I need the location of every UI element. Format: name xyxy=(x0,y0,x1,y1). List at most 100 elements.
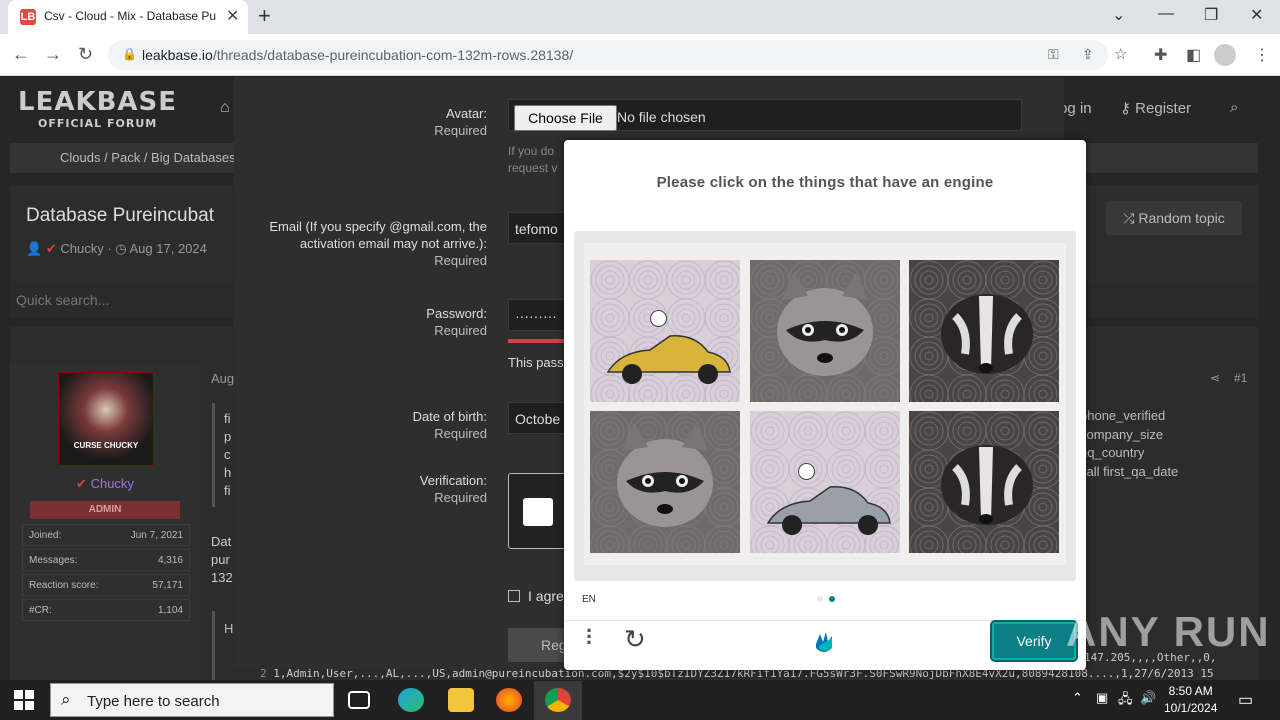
register-link[interactable]: ⚷ Register xyxy=(1120,99,1191,117)
badger-image xyxy=(909,260,1059,402)
code-header: H xyxy=(224,621,234,636)
close-tab-icon[interactable]: ✕ xyxy=(226,6,239,26)
required-text: Required xyxy=(434,490,487,505)
verified-check-icon: ✔ xyxy=(76,476,87,491)
label-text: Avatar: xyxy=(446,106,487,121)
share-icon[interactable]: ⋖ xyxy=(1210,371,1220,385)
column-name: phone_verified xyxy=(1080,408,1166,423)
breadcrumb-link[interactable]: Clouds / Pack / Big Databases xyxy=(60,150,236,165)
minimize-window-button[interactable]: — xyxy=(1158,5,1174,23)
register-label: Register xyxy=(1135,100,1192,117)
forward-arrow-icon[interactable]: → xyxy=(44,44,62,65)
back-arrow-icon[interactable]: ← xyxy=(12,44,30,65)
post-body-fragments: Dat pur 132 xyxy=(211,533,233,587)
stat-row: Messages: 4,316 xyxy=(22,549,190,571)
password-field[interactable]: ········· xyxy=(508,299,568,331)
home-icon[interactable]: ⌂ xyxy=(220,99,230,117)
no-file-text: No file chosen xyxy=(617,109,706,125)
register-button[interactable]: Reg xyxy=(508,628,568,662)
side-panel-icon[interactable]: ◧ xyxy=(1186,45,1201,65)
volume-icon[interactable]: 🔊 xyxy=(1140,690,1156,706)
captcha-tile-car[interactable] xyxy=(750,411,900,553)
random-topic-button[interactable]: ⤮ Random topic xyxy=(1106,201,1242,235)
stat-row: Joined: Jun 7, 2021 xyxy=(22,524,190,546)
refresh-challenge-icon[interactable]: ↻ xyxy=(624,624,646,655)
required-text: Required xyxy=(434,123,487,138)
avatar[interactable]: CURSE CHUCKY xyxy=(58,372,154,466)
badger-image xyxy=(909,411,1059,553)
close-window-button[interactable]: ✕ xyxy=(1250,5,1263,25)
user-name[interactable]: ✔ Chucky xyxy=(10,476,200,492)
label-text: Password: xyxy=(426,306,487,321)
new-tab-button[interactable]: + xyxy=(258,3,271,29)
windows-start-icon[interactable] xyxy=(14,690,34,710)
anyrun-watermark: ANY RUN xyxy=(1066,608,1271,655)
chrome-icon xyxy=(545,688,571,712)
tray-overflow-icon[interactable]: ⌃ xyxy=(1072,690,1083,706)
password-label: Password: Required xyxy=(234,305,487,339)
quote-bar xyxy=(212,403,215,507)
post-fragment: fi xyxy=(224,411,231,426)
email-field[interactable]: tefomo xyxy=(508,212,568,244)
dob-month-select[interactable]: Octobe xyxy=(508,402,568,434)
agree-terms[interactable]: I agre xyxy=(508,588,564,604)
email-label: Email (If you specify @gmail.com, the ac… xyxy=(234,218,487,269)
raccoon-image xyxy=(750,260,900,402)
restore-window-button[interactable]: ❐ xyxy=(1204,5,1218,25)
clock-date: 10/1/2024 xyxy=(1164,701,1218,715)
captcha-checkbox-widget[interactable] xyxy=(508,473,568,549)
captcha-tile-badger[interactable] xyxy=(909,411,1059,553)
post-fragment: fi xyxy=(224,483,231,498)
captcha-tile-car[interactable] xyxy=(590,260,740,402)
share-icon[interactable]: ⇪ xyxy=(1082,46,1094,63)
search-icon[interactable]: ⌕ xyxy=(1230,99,1238,116)
browser-menu-icon[interactable]: ⋮ xyxy=(1254,45,1270,65)
task-view-icon[interactable] xyxy=(348,691,370,709)
language-selector[interactable]: EN xyxy=(582,594,596,605)
taskbar-clock[interactable]: 8:50 AM 10/1/2024 xyxy=(1164,683,1217,717)
reload-icon[interactable]: ↻ xyxy=(78,44,93,65)
column-name: company_size xyxy=(1080,426,1164,442)
bookmark-star-icon[interactable]: ☆ xyxy=(1114,45,1127,63)
verify-button[interactable]: Verify xyxy=(990,620,1078,662)
address-bar[interactable]: 🔒 leakbase.io/threads/database-pureincub… xyxy=(108,40,1127,70)
firefox-icon[interactable] xyxy=(496,688,522,712)
post-fragment: c xyxy=(224,447,231,462)
extensions-puzzle-icon[interactable]: ✚ xyxy=(1154,45,1167,65)
tray-app-icon[interactable]: ▣ xyxy=(1096,690,1108,706)
label-text: Verification: xyxy=(419,473,487,488)
dob-label: Date of birth: Required xyxy=(234,408,487,442)
edge-browser-icon[interactable] xyxy=(398,688,424,712)
agree-checkbox[interactable] xyxy=(508,590,520,602)
post-fragment: h xyxy=(224,465,232,480)
page-dot xyxy=(817,596,823,602)
file-explorer-icon[interactable] xyxy=(448,688,474,712)
tab-search-chevron-icon[interactable]: ⌄ xyxy=(1112,5,1125,25)
captcha-tile-raccoon[interactable] xyxy=(750,260,900,402)
browser-tab[interactable]: LB Csv - Cloud - Mix - Database Pu ✕ xyxy=(8,0,248,34)
post-date: Aug xyxy=(211,371,235,386)
network-icon[interactable]: 🖧 xyxy=(1118,690,1133,712)
lock-icon: 🔒 xyxy=(122,47,137,61)
label-text: Date of birth: xyxy=(412,409,487,424)
column-name: call first_qa_date xyxy=(1080,463,1179,479)
thread-meta: 👤 ✔ Chucky · ◷ Aug 17, 2024 xyxy=(26,241,207,256)
key-icon[interactable]: ⚿ xyxy=(1048,46,1059,63)
captcha-tile-raccoon[interactable] xyxy=(590,411,740,553)
taskbar-search-input[interactable]: ⌕ Type here to search xyxy=(50,683,334,717)
thread-author[interactable]: Chucky xyxy=(60,241,103,256)
logo-subtitle: OFFICIAL FORUM xyxy=(38,117,158,130)
choose-file-button[interactable]: Choose File xyxy=(514,105,617,131)
site-logo[interactable]: LEAKBASE OFFICIAL FORUM xyxy=(18,87,177,130)
taskbar-search-placeholder: Type here to search xyxy=(87,693,220,710)
captcha-menu-icon[interactable]: · · · xyxy=(586,620,593,654)
captcha-checkbox[interactable] xyxy=(523,498,553,526)
profile-avatar-icon[interactable] xyxy=(1214,44,1236,66)
captcha-tile-badger[interactable] xyxy=(909,260,1059,402)
post-fragment: pur xyxy=(211,552,230,567)
post-number[interactable]: #1 xyxy=(1234,371,1247,385)
password-strength-text: This pass xyxy=(508,355,564,370)
clock-icon: ◷ xyxy=(115,241,127,256)
notifications-icon[interactable]: ▭ xyxy=(1238,690,1253,710)
browser-tab-strip: LB Csv - Cloud - Mix - Database Pu ✕ + ⌄… xyxy=(0,0,1280,34)
